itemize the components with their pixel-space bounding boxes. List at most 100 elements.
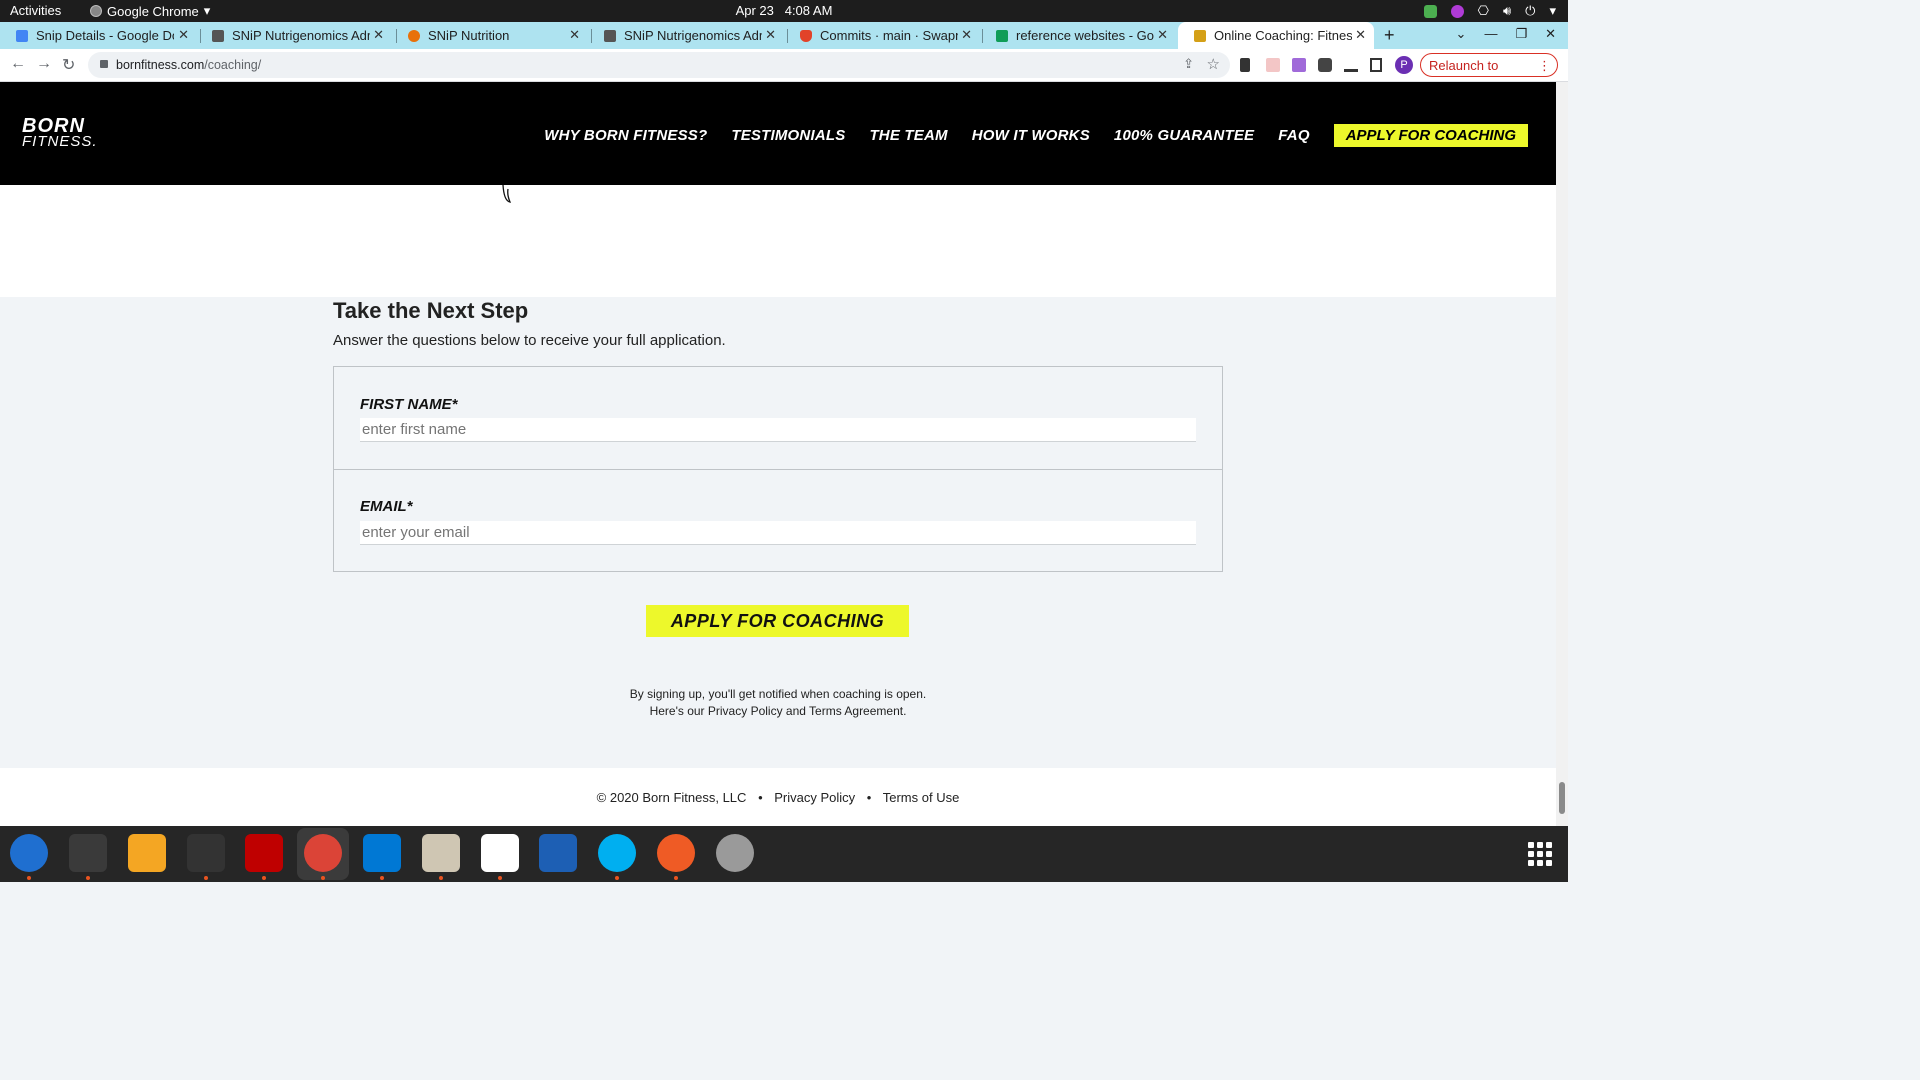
close-icon[interactable]: ✕ — [569, 27, 580, 43]
bullet-separator: • — [758, 790, 763, 805]
close-icon[interactable]: ✕ — [765, 27, 776, 43]
restore-icon[interactable]: ❐ — [1515, 26, 1527, 42]
nav-the-team[interactable]: THE TEAM — [869, 127, 947, 144]
calculator-icon[interactable] — [128, 834, 166, 872]
files-icon[interactable] — [422, 834, 460, 872]
system-tray[interactable]: ⎔ 🔊︎ ⏻ ▾ — [1423, 3, 1556, 19]
activities-button[interactable]: Activities — [10, 3, 61, 18]
forward-arrow-icon[interactable]: → — [36, 55, 52, 73]
disk-icon[interactable] — [716, 834, 754, 872]
born-fitness-logo[interactable]: BORN FITNESS. — [22, 116, 98, 150]
thunderbird-icon[interactable] — [10, 834, 48, 872]
email-input[interactable] — [360, 521, 1196, 545]
text-editor-icon[interactable] — [481, 834, 519, 872]
running-indicator — [498, 876, 502, 880]
tab-online-coaching[interactable]: Online Coaching: Fitness ✕ — [1178, 22, 1374, 49]
footer-privacy-link[interactable]: Privacy Policy — [774, 790, 855, 805]
close-icon[interactable]: ✕ — [961, 27, 972, 43]
main-nav: WHY BORN FITNESS? TESTIMONIALS THE TEAM … — [520, 124, 1528, 147]
minimize-icon[interactable]: — — [1484, 26, 1497, 42]
tab-search-chevron-icon[interactable]: ⌄ — [1456, 26, 1467, 42]
caret-down-icon: ▾ — [203, 3, 211, 18]
running-indicator — [674, 876, 678, 880]
extensions-puzzle-icon[interactable] — [1318, 58, 1332, 72]
url-host: bornfitness.com — [116, 58, 205, 72]
signature-scribble-graphic — [502, 185, 512, 203]
side-panel-icon[interactable] — [1370, 58, 1382, 72]
nav-faq[interactable]: FAQ — [1278, 127, 1309, 144]
power-icon[interactable]: ⏻ — [1525, 3, 1535, 19]
first-name-label: FIRST NAME* — [360, 396, 458, 413]
running-indicator — [321, 876, 325, 880]
docs-icon — [16, 29, 28, 42]
network-icon[interactable]: ⎔ — [1478, 3, 1489, 19]
update-indicator-icon[interactable] — [1423, 4, 1437, 18]
download-icon[interactable] — [1344, 58, 1358, 72]
tab-title: SNiP Nutrigenomics Admin — [624, 28, 762, 43]
snip-icon — [212, 29, 224, 42]
close-window-icon[interactable]: ✕ — [1545, 26, 1556, 42]
site-header: BORN FITNESS. WHY BORN FITNESS? TESTIMON… — [0, 82, 1556, 185]
first-name-input[interactable] — [360, 418, 1196, 442]
vscode-icon[interactable] — [363, 834, 401, 872]
running-indicator — [86, 876, 90, 880]
nav-how-it-works[interactable]: HOW IT WORKS — [972, 127, 1090, 144]
chrome-icon[interactable] — [304, 834, 342, 872]
lock-icon[interactable] — [100, 60, 108, 68]
back-arrow-icon[interactable]: ← — [10, 55, 26, 73]
tab-gitlab-commits[interactable]: Commits · main · Swapnil ✕ — [784, 22, 980, 49]
tab-snip-admin-2[interactable]: SNiP Nutrigenomics Admin ✕ — [588, 22, 784, 49]
nav-apply-button[interactable]: APPLY FOR COACHING — [1333, 124, 1528, 147]
tab-snip-admin[interactable]: SNiP Nutrigenomics Admin ✕ — [196, 22, 392, 49]
close-icon[interactable]: ✕ — [1355, 27, 1366, 43]
form-divider — [334, 469, 1222, 470]
close-icon[interactable]: ✕ — [178, 27, 189, 43]
close-icon[interactable]: ✕ — [1157, 27, 1168, 43]
calendar-extension-icon[interactable] — [1266, 58, 1280, 72]
footer-terms-link[interactable]: Terms of Use — [883, 790, 960, 805]
url-text[interactable]: bornfitness.com/coaching/ — [116, 58, 261, 72]
reload-icon[interactable]: ↻ — [62, 55, 75, 75]
application-form: FIRST NAME* EMAIL* — [333, 366, 1223, 572]
scrollbar-thumb[interactable] — [1559, 782, 1565, 814]
email-label: EMAIL* — [360, 498, 413, 515]
kebab-menu-icon[interactable]: ⋮ — [1538, 54, 1551, 78]
document-viewer-icon[interactable] — [539, 834, 577, 872]
new-tab-plus-icon[interactable]: + — [1384, 25, 1395, 46]
profile-avatar[interactable]: P — [1395, 56, 1413, 74]
tab-snip-details[interactable]: Snip Details - Google Docs ✕ — [0, 22, 197, 49]
nav-testimonials[interactable]: TESTIMONIALS — [731, 127, 845, 144]
volume-icon[interactable]: 🔊︎ — [1503, 3, 1511, 19]
postman-icon[interactable] — [657, 834, 695, 872]
born-fitness-icon — [1194, 29, 1206, 42]
app-menu[interactable]: Google Chrome ▾ — [90, 3, 210, 19]
sheets-icon — [996, 29, 1008, 42]
notice-line-2[interactable]: Here's our Privacy Policy and Terms Agre… — [333, 703, 1223, 720]
nav-why-born-fitness[interactable]: WHY BORN FITNESS? — [544, 127, 707, 144]
filezilla-icon[interactable] — [245, 834, 283, 872]
app-menu-label: Google Chrome — [107, 3, 199, 19]
clock-date: Apr 23 — [735, 3, 774, 18]
apply-for-coaching-button[interactable]: APPLY FOR COACHING — [646, 605, 909, 637]
share-icon[interactable]: ⇪ — [1183, 56, 1194, 72]
relaunch-to-update-button[interactable]: Relaunch to update ⋮ — [1420, 53, 1558, 97]
ubuntu-dock — [0, 826, 1568, 882]
nav-guarantee[interactable]: 100% GUARANTEE — [1114, 127, 1254, 144]
color-picker-tray-icon[interactable] — [1450, 4, 1464, 18]
clock[interactable]: Apr 23 4:08 AM — [0, 3, 1568, 18]
address-bar[interactable]: bornfitness.com/coaching/ ⇪ ☆ — [88, 52, 1230, 78]
skype-icon[interactable] — [598, 834, 636, 872]
caret-down-icon[interactable]: ▾ — [1549, 3, 1556, 19]
show-applications-icon[interactable] — [1528, 842, 1552, 866]
terminal-icon[interactable] — [69, 834, 107, 872]
eyedropper-extension-icon[interactable] — [1240, 58, 1250, 72]
tab-reference-sheets[interactable]: reference websites - Google Sheets ✕ — [980, 22, 1176, 49]
chrome-small-icon — [90, 5, 102, 17]
pen-extension-icon[interactable] — [1292, 58, 1306, 72]
tab-snip-nutrition[interactable]: SNiP Nutrition ✕ — [392, 22, 588, 49]
bookmark-star-icon[interactable]: ☆ — [1207, 55, 1220, 73]
system-monitor-icon[interactable] — [187, 834, 225, 872]
close-icon[interactable]: ✕ — [373, 27, 384, 43]
page-scrollbar[interactable] — [1556, 82, 1568, 826]
tab-title: Snip Details - Google Docs — [36, 28, 174, 43]
